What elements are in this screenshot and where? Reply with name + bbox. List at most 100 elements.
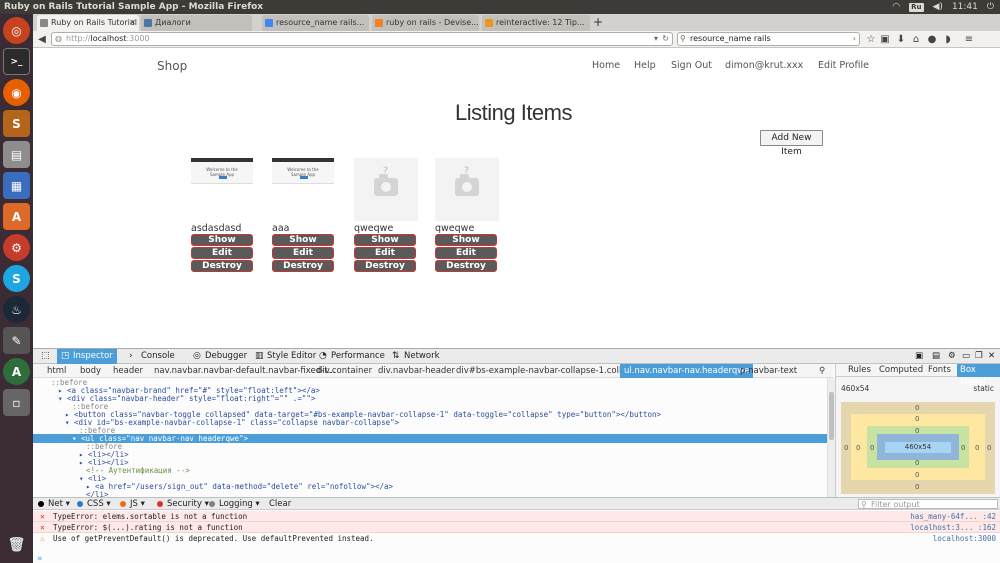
undock-icon[interactable]: ❐ [975,349,985,364]
downloads-icon[interactable]: ⬇ [896,33,906,46]
home-icon[interactable]: ⌂ [911,33,921,46]
sublime-text-icon[interactable]: S [3,110,30,137]
trash-icon[interactable]: 🗑 [3,531,30,558]
search-go-icon[interactable]: › [853,33,856,45]
markup-search-icon[interactable]: ⚲ [819,364,825,378]
console-input[interactable]: » [37,554,43,563]
show-button[interactable]: Show [191,234,253,246]
message-source-link[interactable]: has_many-64f... :42 [910,511,996,522]
breadcrumb-item[interactable]: html [43,364,70,378]
filter-logging[interactable]: Logging ▾ [209,498,260,510]
filter-output-input[interactable]: ⚲ Filter output [858,499,998,509]
border-bottom[interactable]: 0 [915,471,919,479]
terminal-icon[interactable]: >_ [3,48,30,75]
file-manager-icon[interactable]: ▤ [3,141,30,168]
filter-security[interactable]: Security ▾ [157,498,209,510]
tab-fonts[interactable]: Fonts [925,364,954,377]
border-right[interactable]: 0 [975,444,979,452]
message-source-link[interactable]: localhost:3... :162 [910,522,996,533]
show-button[interactable]: Show [435,234,497,246]
tab-reinteractive[interactable]: reinteractive: 12 Tip... [482,15,590,31]
breadcrumb-item[interactable]: div#bs-example-navbar-collapse-1.collaps… [452,364,648,378]
tab-box-model[interactable]: Box Model [957,364,1000,388]
tab-rules[interactable]: Rules [845,364,874,377]
edit-button[interactable]: Edit [435,247,497,259]
reload-icon[interactable]: ↻ [662,33,669,45]
markup-view[interactable]: ::before ▸ <a class="navbar-brand" href="… [33,378,828,497]
hamburger-menu-icon[interactable]: ≡ [963,33,975,46]
url-bar[interactable]: ◍ http://localhost:3000 ▾ ↻ [51,32,673,46]
tab-style-editor[interactable]: ▥ Style Editor [251,349,317,364]
filter-js[interactable]: JS ▾ [120,498,145,510]
nav-home-link[interactable]: Home [592,60,620,71]
filter-net[interactable]: Net ▾ [38,498,70,510]
updater-icon[interactable]: A [3,358,30,385]
split-console-icon[interactable]: ▤ [932,349,942,364]
item-image-placeholder[interactable]: ? [435,158,499,221]
edit-button[interactable]: Edit [354,247,416,259]
message-source-link[interactable]: localhost:3000 [933,533,996,544]
tab-dialogs[interactable]: Диалоги [141,15,252,31]
border-top[interactable]: 0 [915,415,919,423]
keyboard-layout-indicator[interactable]: Ru [909,2,924,12]
filter-css[interactable]: CSS ▾ [77,498,111,510]
steam-icon[interactable]: ♨ [3,296,30,323]
search-bar[interactable]: ⚲ resource_name rails › [677,32,860,46]
padding-left[interactable]: 0 [870,444,874,452]
chat-icon[interactable]: ● [927,33,937,46]
destroy-button[interactable]: Destroy [354,260,416,272]
brand-link[interactable]: Shop [157,59,187,73]
clock[interactable]: 11:41 [952,0,978,14]
padding-bottom[interactable]: 0 [915,459,919,467]
libreoffice-writer-icon[interactable]: ▦ [3,172,30,199]
pick-element-icon[interactable]: ⬚ [33,349,57,364]
item-image-placeholder[interactable]: ? [354,158,418,221]
margin-bottom[interactable]: 0 [915,483,919,491]
dock-side-icon[interactable]: ▣ [915,349,925,364]
wifi-icon[interactable]: ◠ [892,0,900,14]
tab-network[interactable]: ⇅ Network [388,349,446,364]
edit-button[interactable]: Edit [191,247,253,259]
show-button[interactable]: Show [272,234,334,246]
breadcrumb-item[interactable]: header [109,364,147,378]
back-button[interactable]: ◀ [36,33,48,46]
item-image[interactable]: Welcome to the Sample App [272,158,336,221]
breadcrumb-item[interactable]: p.navbar-text [736,364,801,378]
breadcrumb-item-selected[interactable]: ul.nav.navbar-nav.headerqwe [620,364,754,378]
volume-icon[interactable]: ◀) [933,0,943,14]
skype-icon[interactable]: S [3,265,30,292]
tab-computed[interactable]: Computed [876,364,926,377]
nav-help-link[interactable]: Help [634,60,656,71]
power-icon[interactable]: ⏻ [987,0,994,14]
tab-console[interactable]: › Console [125,349,183,364]
markup-node[interactable]: </li> [33,490,828,497]
add-new-item-button[interactable]: Add New Item [760,130,823,157]
edit-button[interactable]: Edit [272,247,334,259]
breadcrumb-item[interactable]: div.navbar-header [374,364,459,378]
software-center-icon[interactable]: A [3,203,30,230]
settings-gear-icon[interactable]: ⚙ [948,349,958,364]
ubuntu-dash-icon[interactable]: ◎ [3,17,30,44]
tab-rails-tutorial[interactable]: Ruby on Rails Tutorial S... ✕ [37,15,139,31]
padding-right[interactable]: 0 [961,444,965,452]
show-button[interactable]: Show [354,234,416,246]
tab-inspector[interactable]: ◳ Inspector [57,349,117,364]
tab-google-search[interactable]: resource_name rails... [262,15,369,31]
tab-debugger[interactable]: ◎ Debugger [189,349,255,364]
firefox-icon[interactable]: ◉ [3,79,30,106]
breadcrumb-item[interactable]: div.container [313,364,376,378]
margin-top[interactable]: 0 [915,404,919,412]
pocket-icon[interactable]: ◗ [943,33,953,46]
destroy-button[interactable]: Destroy [191,260,253,272]
breadcrumb-item[interactable]: body [76,364,105,378]
nav-sign-out-link[interactable]: Sign Out [671,60,712,71]
new-tab-button[interactable]: + [593,15,605,29]
tab-performance[interactable]: ◔ Performance [315,349,385,364]
margin-left[interactable]: 0 [844,444,848,452]
border-left[interactable]: 0 [856,444,860,452]
item-image[interactable]: Welcome to the Sample App [191,158,255,221]
destroy-button[interactable]: Destroy [272,260,334,272]
clear-button[interactable]: Clear [269,498,291,510]
dropdown-arrow-icon[interactable]: ▾ [654,33,658,45]
breadcrumb-item[interactable]: nav.navbar.navbar-default.navbar-fixed-t… [150,364,340,378]
